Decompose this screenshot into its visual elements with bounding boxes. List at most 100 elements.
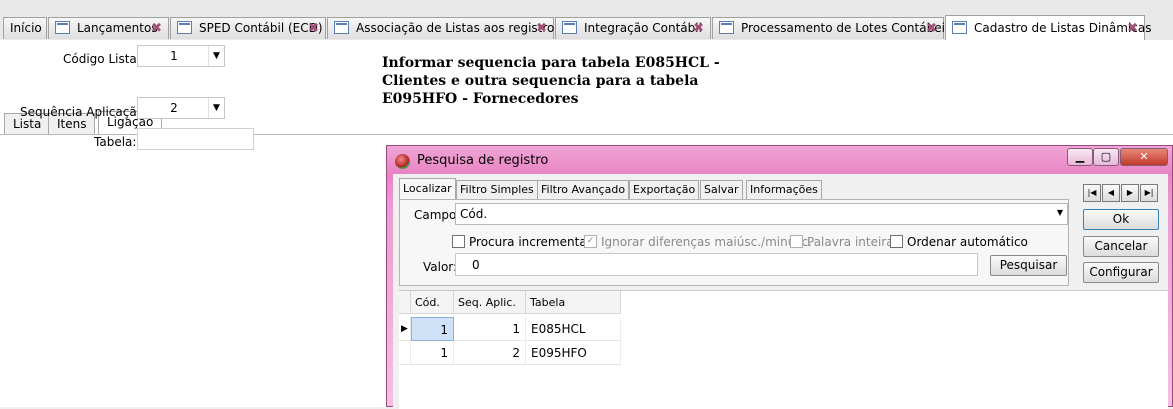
close-icon[interactable]: ✖: [536, 18, 547, 39]
button-label: Pesquisar: [999, 258, 1058, 272]
tab-sped-contabil[interactable]: SPED Contábil (ECD) ✖: [170, 17, 326, 39]
next-record-icon[interactable]: ▶: [1121, 184, 1139, 202]
tab-label: Salvar: [704, 183, 739, 196]
valor-label: Valor:: [423, 260, 458, 274]
codigo-lista-label: Código Lista:: [63, 52, 141, 66]
tab-label: Integração Contábil: [584, 21, 702, 35]
close-icon[interactable]: ✕: [1120, 148, 1168, 166]
cell-tabela[interactable]: E085HCL: [526, 317, 621, 341]
tab-label: Informações: [750, 183, 818, 196]
tab-filtro-simples[interactable]: Filtro Simples: [456, 180, 538, 199]
codigo-lista-value: 1: [170, 49, 178, 63]
cell-seq-aplic[interactable]: 2: [454, 341, 526, 365]
document-icon: [55, 21, 70, 34]
minimize-icon[interactable]: ▁: [1067, 148, 1093, 166]
cell-seq-aplic[interactable]: 1: [454, 317, 526, 341]
results-grid: Cód. Seq. Aplic. Tabela ▶ 1 1 E085HCL 1 …: [399, 290, 1168, 409]
sequencia-aplicacao-label: Sequência Aplicação:: [20, 105, 149, 119]
tab-label: Associação de Listas aos registros: [356, 21, 561, 35]
app-logo-icon: [395, 154, 410, 169]
procura-incremental-checkbox[interactable]: Procura incremental: [452, 235, 590, 249]
valor-input[interactable]: 0: [455, 253, 978, 276]
tab-integracao-contabil[interactable]: Integração Contábil ✖: [555, 17, 711, 39]
tab-filtro-avancado[interactable]: Filtro Avançado: [537, 180, 630, 199]
document-tab-strip: Início Lançamentos ✖ SPED Contábil (ECD)…: [0, 0, 1173, 41]
tab-exportacao[interactable]: Exportação: [629, 180, 700, 199]
cancelar-button[interactable]: Cancelar: [1083, 236, 1159, 257]
current-row-indicator-icon: ▶: [399, 317, 411, 341]
close-icon[interactable]: ✖: [308, 18, 319, 39]
tab-label: Filtro Avançado: [541, 183, 626, 196]
tab-informacoes[interactable]: Informações: [746, 180, 822, 199]
maximize-icon[interactable]: ▢: [1093, 148, 1119, 166]
dropdown-arrow-icon[interactable]: ▼: [208, 98, 224, 118]
column-header-seq-aplic[interactable]: Seq. Aplic.: [454, 291, 526, 314]
close-icon[interactable]: ✖: [693, 18, 704, 39]
pesquisar-button[interactable]: Pesquisar: [990, 255, 1067, 276]
checkbox-box[interactable]: [890, 235, 903, 248]
sequencia-aplicacao-combo[interactable]: 2 ▼: [137, 97, 225, 119]
subtab-label: Itens: [57, 117, 87, 131]
checkbox-label: Ordenar automático: [907, 235, 1028, 249]
codigo-lista-combo[interactable]: 1 ▼: [137, 45, 225, 67]
tab-cadastro-listas[interactable]: Cadastro de Listas Dinâmicas ✖: [945, 15, 1151, 41]
last-record-icon[interactable]: ▶|: [1140, 184, 1158, 202]
palavra-inteira-checkbox: Palavra inteira: [790, 235, 894, 249]
document-icon: [719, 21, 734, 34]
localizar-panel: Campo: Cód. ▼ Procura incremental ✓ Ignor…: [399, 199, 1069, 286]
checkbox-label: Palavra inteira: [807, 235, 894, 249]
cell-cod[interactable]: 1: [411, 317, 454, 341]
annotation-line-3: E095HFO - Fornecedores: [382, 91, 579, 107]
tab-label: Filtro Simples: [460, 183, 534, 196]
column-header-tabela[interactable]: Tabela: [526, 291, 621, 314]
tabela-input[interactable]: [137, 128, 254, 150]
previous-record-icon[interactable]: ◀: [1102, 184, 1120, 202]
column-label: Seq. Aplic.: [458, 296, 516, 309]
annotation-note: Informar sequencia para tabela E085HCL -…: [382, 54, 720, 108]
dropdown-arrow-icon[interactable]: ▼: [1057, 208, 1063, 217]
first-record-icon[interactable]: |◀: [1083, 184, 1101, 202]
tabela-label: Tabela:: [94, 135, 137, 149]
search-dialog: Pesquisa de registro ▁ ▢ ✕ Localizar Fil…: [386, 145, 1173, 409]
dialog-body: Localizar Filtro Simples Filtro Avançado…: [393, 174, 1168, 409]
document-icon: [177, 21, 192, 34]
cell-tabela[interactable]: E095HFO: [526, 341, 621, 365]
document-icon: [334, 21, 349, 34]
tab-inicio[interactable]: Início: [3, 17, 47, 39]
tab-localizar[interactable]: Localizar: [399, 178, 456, 200]
checkbox-label: Procura incremental: [469, 235, 591, 249]
close-icon[interactable]: ✖: [1127, 16, 1138, 41]
tab-label: Processamento de Lotes Contábeis: [741, 21, 952, 35]
sequencia-aplicacao-value: 2: [170, 101, 178, 115]
button-label: Cancelar: [1094, 239, 1148, 253]
subtab-label: Lista: [13, 117, 42, 131]
cell-cod[interactable]: 1: [411, 341, 454, 365]
document-icon: [562, 21, 577, 34]
annotation-line-2: Clientes e outra sequencia para a tabela: [382, 73, 699, 89]
grid-corner: [399, 291, 411, 314]
tab-salvar[interactable]: Salvar: [700, 180, 743, 199]
tab-label: Lançamentos: [77, 21, 158, 35]
button-label: Configurar: [1089, 265, 1153, 279]
close-icon[interactable]: ✖: [926, 18, 937, 39]
tab-associacao-listas[interactable]: Associação de Listas aos registros ✖: [327, 17, 561, 39]
tab-label: Exportação: [633, 183, 696, 196]
checkbox-checked-icon: ✓: [584, 235, 597, 248]
checkbox-box[interactable]: [452, 235, 465, 248]
tab-lancamentos[interactable]: Lançamentos ✖: [48, 17, 169, 39]
column-header-cod[interactable]: Cód.: [411, 291, 454, 314]
row-indicator: [399, 341, 411, 365]
campo-value: Cód.: [460, 207, 488, 221]
campo-label: Campo:: [414, 208, 461, 222]
close-icon[interactable]: ✖: [151, 18, 162, 39]
ok-button[interactable]: Ok: [1083, 209, 1159, 230]
column-label: Cód.: [415, 296, 440, 309]
dropdown-arrow-icon[interactable]: ▼: [208, 46, 224, 66]
button-label: Ok: [1112, 212, 1130, 226]
ordenar-automatico-checkbox[interactable]: Ordenar automático: [890, 235, 1028, 249]
tab-processamento-lotes[interactable]: Processamento de Lotes Contábeis ✖: [712, 17, 951, 39]
tab-label: SPED Contábil (ECD): [199, 21, 323, 35]
column-label: Tabela: [530, 296, 566, 309]
campo-select[interactable]: Cód. ▼: [455, 203, 1068, 225]
configurar-button[interactable]: Configurar: [1083, 262, 1159, 283]
